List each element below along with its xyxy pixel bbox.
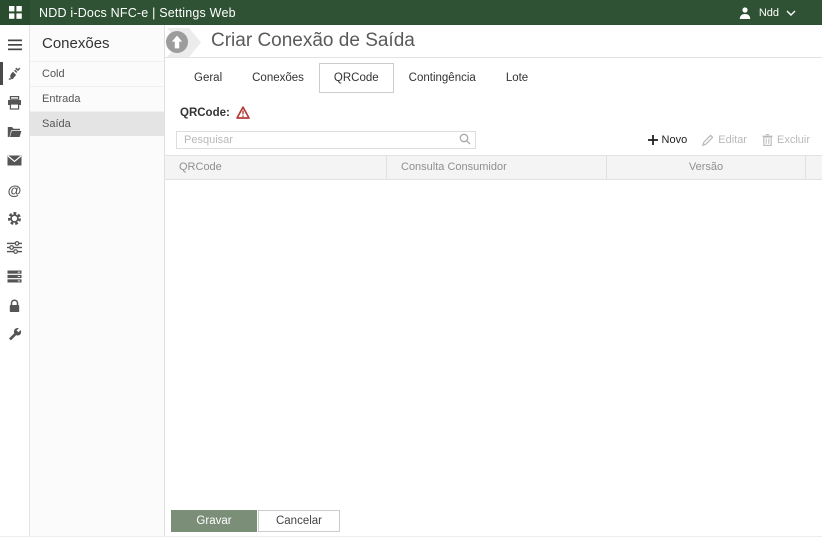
rail-printer-button[interactable] bbox=[0, 88, 29, 117]
mail-icon bbox=[7, 155, 22, 166]
new-button[interactable]: Novo bbox=[647, 134, 687, 146]
sidebar-item-entrada[interactable]: Entrada bbox=[30, 86, 164, 111]
printer-icon bbox=[8, 95, 21, 110]
page-header: Criar Conexão de Saída bbox=[165, 25, 822, 58]
apps-waffle-button[interactable] bbox=[0, 0, 30, 25]
wrench-icon bbox=[8, 327, 21, 340]
column-header-spacer bbox=[806, 156, 822, 179]
gear-icon bbox=[8, 212, 21, 225]
save-button[interactable]: Gravar bbox=[171, 510, 257, 532]
folder-icon bbox=[7, 127, 22, 137]
delete-button[interactable]: Excluir bbox=[762, 134, 810, 146]
rail-server-button[interactable] bbox=[0, 262, 29, 291]
app-window: NDD i-Docs NFC-e | Settings Web Ndd @ Co… bbox=[0, 0, 822, 537]
footer-actions: Gravar Cancelar bbox=[171, 510, 340, 532]
rail-at-button[interactable]: @ bbox=[0, 175, 29, 204]
rail-security-button[interactable] bbox=[0, 291, 29, 320]
plug-icon bbox=[8, 67, 21, 80]
user-icon bbox=[739, 6, 751, 19]
qrcode-section-label: QRCode: bbox=[180, 106, 230, 119]
plus-icon bbox=[647, 134, 658, 145]
chevron-down-icon bbox=[786, 10, 796, 16]
icon-rail: @ bbox=[0, 25, 30, 536]
lock-icon bbox=[9, 298, 20, 312]
at-icon: @ bbox=[7, 181, 22, 198]
rail-mail-button[interactable] bbox=[0, 146, 29, 175]
grid-toolbar: Novo Editar bbox=[176, 130, 810, 149]
tab-lote[interactable]: Lote bbox=[491, 63, 543, 93]
sliders-icon bbox=[7, 241, 22, 254]
main-content: Criar Conexão de Saída Geral Conexões QR… bbox=[165, 25, 822, 536]
search-box bbox=[176, 130, 476, 149]
sidebar-item-saida[interactable]: Saída bbox=[30, 111, 164, 136]
app-title: NDD i-Docs NFC-e | Settings Web bbox=[39, 5, 236, 20]
edit-button[interactable]: Editar bbox=[702, 134, 747, 146]
column-header-consulta-consumidor[interactable]: Consulta Consumidor bbox=[387, 156, 607, 179]
toolbar-actions: Novo Editar Excluir bbox=[647, 134, 810, 146]
rail-menu-button[interactable] bbox=[0, 30, 29, 59]
table-header: QRCode Consulta Consumidor Versão bbox=[165, 155, 822, 180]
sidebar-title: Conexões bbox=[42, 35, 110, 52]
column-header-qrcode[interactable]: QRCode bbox=[165, 156, 387, 179]
column-header-versao[interactable]: Versão bbox=[607, 156, 806, 179]
rail-connections-button[interactable] bbox=[0, 59, 29, 88]
tab-conexoes[interactable]: Conexões bbox=[237, 63, 319, 93]
rail-settings-button[interactable] bbox=[0, 204, 29, 233]
tab-geral[interactable]: Geral bbox=[179, 63, 237, 93]
rail-folder-button[interactable] bbox=[0, 117, 29, 146]
sidebar: Conexões Cold Entrada Saída bbox=[30, 25, 165, 536]
table-body-empty bbox=[165, 180, 822, 536]
page-title: Criar Conexão de Saída bbox=[211, 30, 415, 51]
menu-icon bbox=[7, 39, 22, 50]
sidebar-item-cold[interactable]: Cold bbox=[30, 61, 164, 86]
server-icon bbox=[7, 270, 22, 283]
cancel-button[interactable]: Cancelar bbox=[258, 510, 340, 532]
edit-pencil-icon bbox=[702, 134, 714, 146]
search-input[interactable] bbox=[176, 131, 476, 149]
waffle-icon bbox=[8, 6, 22, 19]
rail-filters-button[interactable] bbox=[0, 233, 29, 262]
tab-bar: Geral Conexões QRCode Contingência Lote bbox=[179, 63, 822, 93]
tab-contingencia[interactable]: Contingência bbox=[394, 63, 491, 93]
search-icon[interactable] bbox=[459, 133, 471, 145]
rail-tools-button[interactable] bbox=[0, 320, 29, 349]
user-menu[interactable]: Ndd bbox=[738, 6, 796, 20]
warning-icon bbox=[235, 106, 250, 119]
tab-qrcode[interactable]: QRCode bbox=[318, 63, 394, 93]
topbar: NDD i-Docs NFC-e | Settings Web Ndd bbox=[0, 0, 822, 25]
trash-icon bbox=[762, 133, 773, 146]
output-arrow-icon bbox=[166, 27, 201, 57]
qrcode-section-header: QRCode: bbox=[180, 106, 822, 119]
user-name: Ndd bbox=[758, 6, 779, 19]
